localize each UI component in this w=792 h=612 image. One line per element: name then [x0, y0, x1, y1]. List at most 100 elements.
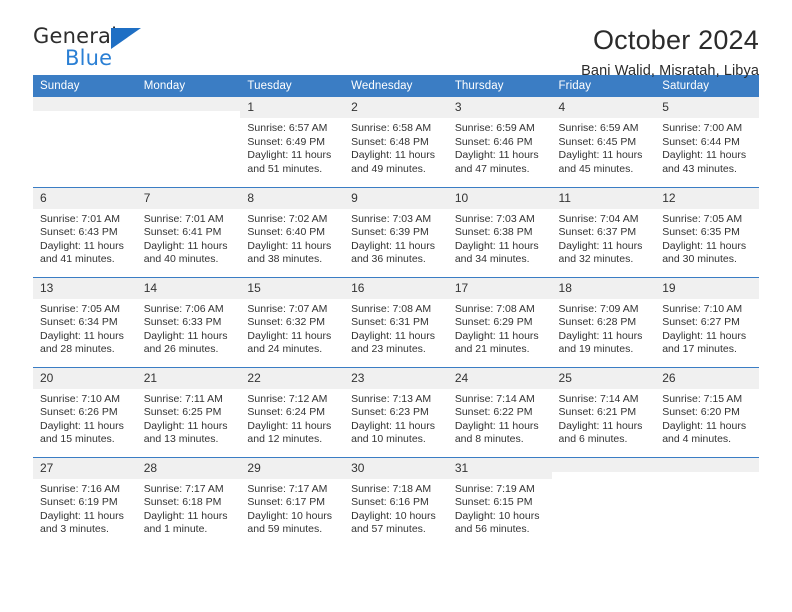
calendar-day-cell[interactable]: 29 Sunrise: 7:17 AM Sunset: 6:17 PM Dayl… — [240, 456, 345, 547]
day-details: Sunrise: 7:00 AM Sunset: 6:44 PM Dayligh… — [655, 118, 759, 176]
calendar-day-cell[interactable]: 26 Sunrise: 7:15 AM Sunset: 6:20 PM Dayl… — [655, 366, 759, 457]
sunset-text: Sunset: 6:41 PM — [143, 226, 222, 239]
daylight-text-line1: Daylight: 11 hours — [351, 239, 435, 252]
daylight-text-line1: Daylight: 11 hours — [454, 239, 539, 252]
sunrise-text: Sunrise: 7:01 AM — [40, 212, 120, 225]
sunset-text: Sunset: 6:48 PM — [351, 135, 429, 148]
day-details: Sunrise: 6:58 AM Sunset: 6:48 PM Dayligh… — [344, 118, 448, 176]
daylight-text-line2: and 15 minutes. — [40, 433, 115, 446]
calendar-day-cell[interactable]: 27 Sunrise: 7:16 AM Sunset: 6:19 PM Dayl… — [33, 456, 137, 547]
sunrise-text: Sunrise: 7:13 AM — [351, 392, 432, 405]
day-details: Sunrise: 6:57 AM Sunset: 6:49 PM Dayligh… — [240, 118, 344, 176]
day-details: Sunrise: 7:16 AM Sunset: 6:19 PM Dayligh… — [33, 479, 137, 537]
daylight-text-line1: Daylight: 11 hours — [247, 419, 332, 432]
sunset-text: Sunset: 6:45 PM — [558, 135, 637, 148]
daylight-text-line1: Daylight: 11 hours — [558, 239, 643, 252]
sunrise-text: Sunrise: 7:08 AM — [454, 302, 535, 315]
page-header: General Blue October 2024 Bani Walid, Mi… — [33, 0, 759, 79]
logo-text-blue: Blue — [65, 46, 113, 70]
sunrise-text: Sunrise: 7:17 AM — [247, 482, 328, 495]
logo-text-general: General — [33, 24, 118, 48]
calendar-page: General Blue October 2024 Bani Walid, Mi… — [0, 0, 792, 612]
daylight-text-line2: and 47 minutes. — [454, 162, 530, 175]
day-details: Sunrise: 7:11 AM Sunset: 6:25 PM Dayligh… — [137, 389, 241, 447]
day-details: Sunrise: 7:04 AM Sunset: 6:37 PM Dayligh… — [552, 209, 656, 267]
sunrise-text: Sunrise: 7:01 AM — [143, 212, 224, 225]
page-title: October 2024 — [592, 25, 759, 55]
daylight-text-line1: Daylight: 10 hours — [351, 509, 436, 522]
sunset-text: Sunset: 6:44 PM — [662, 135, 740, 148]
calendar-day-cell[interactable]: 15 Sunrise: 7:07 AM Sunset: 6:32 PM Dayl… — [240, 276, 345, 367]
day-details: Sunrise: 7:06 AM Sunset: 6:33 PM Dayligh… — [137, 299, 241, 357]
daylight-text-line1: Daylight: 11 hours — [662, 239, 747, 252]
calendar-day-cell[interactable]: 23 Sunrise: 7:13 AM Sunset: 6:23 PM Dayl… — [344, 366, 448, 457]
calendar-day-cell[interactable]: 11 Sunrise: 7:04 AM Sunset: 6:37 PM Dayl… — [551, 186, 656, 277]
calendar-week-row: 1 Sunrise: 6:57 AM Sunset: 6:49 PM Dayli… — [33, 97, 759, 187]
sunrise-text: Sunrise: 7:02 AM — [247, 212, 328, 225]
calendar-day-cell[interactable]: 13 Sunrise: 7:05 AM Sunset: 6:34 PM Dayl… — [33, 276, 137, 367]
calendar-day-cell[interactable]: 3 Sunrise: 6:59 AM Sunset: 6:46 PM Dayli… — [447, 97, 552, 187]
day-details: Sunrise: 7:17 AM Sunset: 6:17 PM Dayligh… — [240, 479, 344, 537]
calendar-body: 1 Sunrise: 6:57 AM Sunset: 6:49 PM Dayli… — [33, 97, 759, 547]
daylight-text-line2: and 8 minutes. — [454, 433, 524, 446]
daylight-text-line2: and 19 minutes. — [558, 343, 634, 356]
day-details: Sunrise: 6:59 AM Sunset: 6:46 PM Dayligh… — [448, 118, 552, 176]
day-number: 27 — [33, 457, 137, 479]
day-details: Sunrise: 7:19 AM Sunset: 6:15 PM Dayligh… — [448, 479, 552, 537]
sunrise-sunset-calendar: Sunday Monday Tuesday Wednesday Thursday… — [33, 75, 759, 547]
calendar-day-cell[interactable]: 12 Sunrise: 7:05 AM Sunset: 6:35 PM Dayl… — [655, 186, 759, 277]
sunset-text: Sunset: 6:29 PM — [454, 316, 533, 329]
sunrise-text: Sunrise: 7:12 AM — [247, 392, 328, 405]
daylight-text-line1: Daylight: 10 hours — [454, 509, 540, 522]
sunrise-text: Sunrise: 7:16 AM — [40, 482, 120, 495]
daylight-text-line2: and 40 minutes. — [143, 253, 219, 266]
calendar-day-cell[interactable]: 21 Sunrise: 7:11 AM Sunset: 6:25 PM Dayl… — [136, 366, 241, 457]
sunset-text: Sunset: 6:32 PM — [247, 316, 326, 329]
daylight-text-line2: and 59 minutes. — [247, 523, 323, 536]
weekday-header-wednesday: Wednesday — [344, 75, 448, 97]
calendar-day-cell[interactable]: 18 Sunrise: 7:09 AM Sunset: 6:28 PM Dayl… — [551, 276, 656, 367]
daylight-text-line1: Daylight: 11 hours — [143, 329, 228, 342]
daylight-text-line2: and 17 minutes. — [662, 343, 737, 356]
calendar-day-cell[interactable]: 8 Sunrise: 7:02 AM Sunset: 6:40 PM Dayli… — [240, 186, 345, 277]
daylight-text-line2: and 34 minutes. — [454, 253, 530, 266]
daylight-text-line1: Daylight: 11 hours — [247, 149, 332, 162]
calendar-day-cell[interactable]: 16 Sunrise: 7:08 AM Sunset: 6:31 PM Dayl… — [344, 276, 448, 367]
calendar-day-cell[interactable]: 24 Sunrise: 7:14 AM Sunset: 6:22 PM Dayl… — [447, 366, 552, 457]
calendar-day-cell[interactable]: 28 Sunrise: 7:17 AM Sunset: 6:18 PM Dayl… — [136, 456, 241, 547]
calendar-day-cell[interactable]: 1 Sunrise: 6:57 AM Sunset: 6:49 PM Dayli… — [240, 97, 345, 187]
daylight-text-line2: and 23 minutes. — [351, 343, 426, 356]
sunset-text: Sunset: 6:28 PM — [558, 316, 637, 329]
calendar-day-cell[interactable]: 19 Sunrise: 7:10 AM Sunset: 6:27 PM Dayl… — [655, 276, 759, 367]
day-number: 28 — [136, 457, 241, 479]
day-number: 18 — [551, 277, 656, 299]
daylight-text-line2: and 3 minutes. — [40, 523, 109, 536]
calendar-day-cell[interactable]: 31 Sunrise: 7:19 AM Sunset: 6:15 PM Dayl… — [447, 456, 552, 547]
calendar-day-cell — [33, 97, 137, 187]
calendar-day-cell[interactable]: 5 Sunrise: 7:00 AM Sunset: 6:44 PM Dayli… — [655, 97, 759, 187]
calendar-day-cell[interactable]: 10 Sunrise: 7:03 AM Sunset: 6:38 PM Dayl… — [447, 186, 552, 277]
calendar-day-cell[interactable]: 30 Sunrise: 7:18 AM Sunset: 6:16 PM Dayl… — [344, 456, 448, 547]
sunset-text: Sunset: 6:31 PM — [351, 316, 429, 329]
calendar-day-cell[interactable]: 20 Sunrise: 7:10 AM Sunset: 6:26 PM Dayl… — [33, 366, 137, 457]
calendar-day-cell[interactable]: 7 Sunrise: 7:01 AM Sunset: 6:41 PM Dayli… — [136, 186, 241, 277]
calendar-day-cell[interactable]: 2 Sunrise: 6:58 AM Sunset: 6:48 PM Dayli… — [344, 97, 448, 187]
daylight-text-line2: and 28 minutes. — [40, 343, 115, 356]
day-number: 14 — [136, 277, 241, 299]
calendar-day-cell[interactable]: 9 Sunrise: 7:03 AM Sunset: 6:39 PM Dayli… — [344, 186, 448, 277]
calendar-week-row: 6 Sunrise: 7:01 AM Sunset: 6:43 PM Dayli… — [33, 186, 759, 277]
day-number: 8 — [240, 187, 345, 209]
calendar-day-cell[interactable]: 4 Sunrise: 6:59 AM Sunset: 6:45 PM Dayli… — [551, 97, 656, 187]
calendar-day-cell[interactable]: 25 Sunrise: 7:14 AM Sunset: 6:21 PM Dayl… — [551, 366, 656, 457]
day-details: Sunrise: 7:12 AM Sunset: 6:24 PM Dayligh… — [240, 389, 344, 447]
sunrise-text: Sunrise: 7:09 AM — [558, 302, 639, 315]
sunrise-text: Sunrise: 7:03 AM — [454, 212, 535, 225]
sunset-text: Sunset: 6:46 PM — [454, 135, 533, 148]
calendar-day-cell[interactable]: 6 Sunrise: 7:01 AM Sunset: 6:43 PM Dayli… — [33, 186, 137, 277]
day-number: 4 — [551, 97, 656, 118]
calendar-day-cell[interactable]: 17 Sunrise: 7:08 AM Sunset: 6:29 PM Dayl… — [447, 276, 552, 367]
calendar-day-cell[interactable]: 22 Sunrise: 7:12 AM Sunset: 6:24 PM Dayl… — [240, 366, 345, 457]
calendar-week-row: 20 Sunrise: 7:10 AM Sunset: 6:26 PM Dayl… — [33, 366, 759, 457]
daylight-text-line1: Daylight: 11 hours — [247, 239, 332, 252]
calendar-day-cell[interactable]: 14 Sunrise: 7:06 AM Sunset: 6:33 PM Dayl… — [136, 276, 241, 367]
